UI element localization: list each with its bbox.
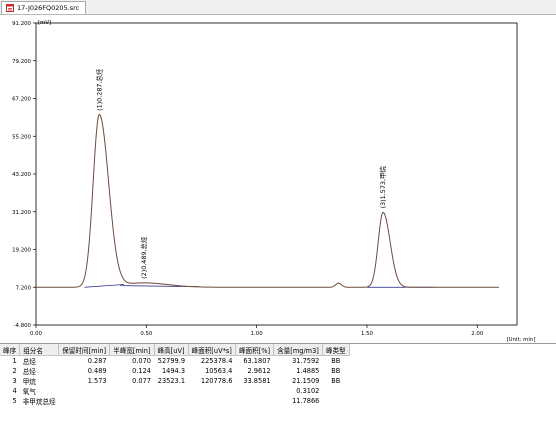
y-tick-label: 7.200 xyxy=(16,285,32,291)
table-cell: 33.8581 xyxy=(243,377,271,385)
peak-table-header: 峰序 组分名 保留时间[min] 半峰宽[min] 峰高[uV] 峰面积[uV*s] 峰面积… xyxy=(0,344,350,356)
table-row[interactable]: 1 总烃 0.287 0.070 52799.9 225378.4 63.1807 31.75… xyxy=(0,356,349,366)
table-cell: 总烃 xyxy=(22,358,36,366)
table-cell: 2 xyxy=(12,367,17,375)
table-cell: 11.7866 xyxy=(292,397,320,405)
table-cell: 31.7592 xyxy=(292,357,320,365)
table-row[interactable]: 2 总烃 0.489 0.124 1494.3 10563.4 2.9612 1.4885 BB xyxy=(0,366,349,376)
table-cell: 225378.4 xyxy=(200,357,233,365)
x-tick-label: 0.50 xyxy=(140,331,153,337)
table-cell xyxy=(322,396,349,406)
y-tick-label: 43.200 xyxy=(12,172,31,178)
x-tick-label: 0.00 xyxy=(30,331,43,337)
table-cell: 总烃 xyxy=(22,368,36,376)
column-header[interactable]: 峰序 xyxy=(0,344,21,356)
table-cell xyxy=(59,396,110,406)
column-header[interactable]: 保留时间[min] xyxy=(58,344,111,356)
x-tick-label: 1.50 xyxy=(361,331,374,337)
column-header[interactable]: 半峰宽[min] xyxy=(109,344,155,356)
table-cell: 0.3102 xyxy=(296,387,320,395)
table-cell: 1.4885 xyxy=(296,367,320,375)
table-cell: 1.573 xyxy=(87,377,107,385)
table-cell xyxy=(110,386,154,396)
column-header[interactable]: 峰类型 xyxy=(322,344,350,356)
x-tick-label: 2.00 xyxy=(471,331,484,337)
table-cell: 5 xyxy=(12,397,17,405)
table-cell xyxy=(59,386,110,396)
table-cell: 23523.1 xyxy=(157,377,186,385)
document-tab[interactable]: 17-J026FQ0205.src xyxy=(1,1,87,14)
table-cell: 63.1807 xyxy=(243,357,271,365)
table-cell: BB xyxy=(331,367,341,375)
peak-table-panel: 峰序 组分名 保留时间[min] 半峰宽[min] 峰高[uV] 峰面积[uV*s] 峰面积… xyxy=(0,343,556,432)
column-header[interactable]: 峰面积[uV*s] xyxy=(188,344,236,356)
table-row[interactable]: 4 氧气 0.3102 xyxy=(0,386,349,396)
document-tab-label: 17-J026FQ0205.src xyxy=(17,4,80,12)
table-cell: 甲烷 xyxy=(22,378,36,386)
column-header[interactable]: 峰高[uV] xyxy=(154,344,189,356)
peak-table: 峰序 组分名 保留时间[min] 半峰宽[min] 峰高[uV] 峰面积[uV*s] 峰面积… xyxy=(0,344,350,406)
table-cell: BB xyxy=(331,377,341,385)
table-cell: 0.489 xyxy=(87,367,107,375)
table-cell: 0.287 xyxy=(87,357,107,365)
peak-label: (1)0.287,总烃 xyxy=(94,68,103,111)
table-cell: 1494.3 xyxy=(161,367,186,375)
y-tick-label: 19.200 xyxy=(12,248,31,254)
table-row[interactable]: 3 甲烷 1.573 0.077 23523.1 120778.6 33.8581 21.15… xyxy=(0,376,349,386)
table-cell: 120778.6 xyxy=(200,377,233,385)
column-header[interactable]: 组分名 xyxy=(19,344,60,356)
y-tick-label: 31.200 xyxy=(12,210,31,216)
table-cell: 氧气 xyxy=(22,388,36,396)
y-tick-label: 79.200 xyxy=(12,59,31,65)
y-tick-label: 55.200 xyxy=(12,134,31,140)
table-cell xyxy=(235,386,273,396)
table-cell xyxy=(110,396,154,406)
column-header[interactable]: 峰面积[%] xyxy=(235,344,275,356)
y-tick-label: 91.200 xyxy=(12,21,31,27)
peak-label: (2)0.489,总烃 xyxy=(139,236,148,279)
title-bar: 17-J026FQ0205.src xyxy=(0,0,556,15)
table-cell: 4 xyxy=(12,387,17,395)
y-tick-label: 67.200 xyxy=(12,97,31,103)
table-cell: 3 xyxy=(12,377,17,385)
table-cell: 0.124 xyxy=(132,367,151,375)
table-cell xyxy=(235,396,273,406)
table-cell xyxy=(188,396,235,406)
y-unit-label: [mV] xyxy=(38,20,51,26)
table-cell: BB xyxy=(331,357,341,365)
table-row[interactable]: 5 非甲烷总烃 11.7866 xyxy=(0,396,349,406)
x-tick-label: 1.00 xyxy=(251,331,264,337)
table-cell: 1 xyxy=(12,357,17,365)
chromatogram-panel: 91.200 79.200 67.200 55.200 43.200 31.200 19.2… xyxy=(0,15,556,343)
table-cell: 0.077 xyxy=(132,377,151,385)
table-cell xyxy=(188,386,235,396)
table-cell: 非甲烷总烃 xyxy=(22,398,56,406)
table-cell xyxy=(154,386,188,396)
table-cell: 21.1509 xyxy=(292,377,320,385)
table-cell: 10563.4 xyxy=(205,367,233,375)
table-cell: 52799.9 xyxy=(157,357,186,365)
table-cell: 0.070 xyxy=(132,357,151,365)
column-header[interactable]: 含量[mg/m3] xyxy=(273,344,323,356)
x-unit-label: [Unit: min] xyxy=(507,337,536,342)
chromatogram-chart: 91.200 79.200 67.200 55.200 43.200 31.200 19.2… xyxy=(12,20,536,343)
table-cell xyxy=(154,396,188,406)
y-tick-label: -4.800 xyxy=(14,323,32,329)
table-cell xyxy=(322,386,349,396)
table-cell: 2.9612 xyxy=(247,367,271,375)
document-icon xyxy=(6,4,14,12)
peak-label: (3)1.573,甲烷 xyxy=(378,166,387,209)
